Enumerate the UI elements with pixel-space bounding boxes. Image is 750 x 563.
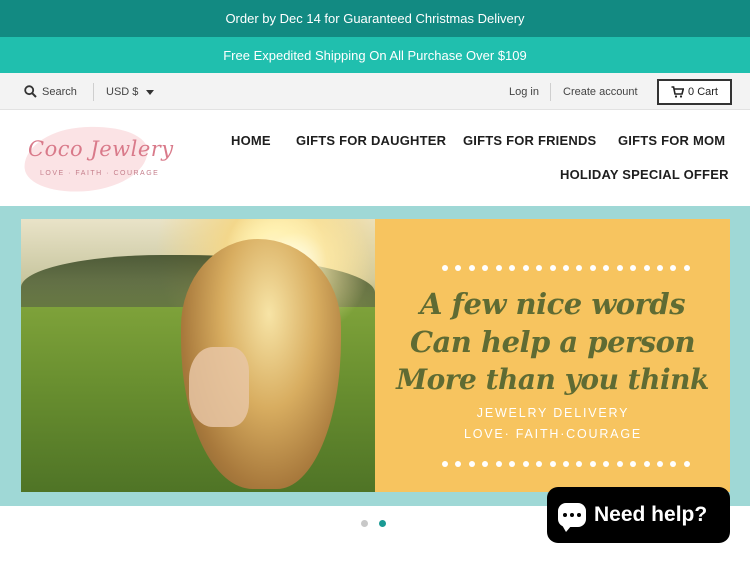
site-logo[interactable]: Coco Jewlery LOVE · FAITH · COURAGE [20, 119, 173, 199]
hero-photo[interactable] [21, 219, 375, 492]
quote-line-2: Can help a person [409, 325, 696, 359]
announcement-text-christmas: Order by Dec 14 for Guaranteed Christmas… [225, 11, 525, 26]
create-account-label: Create account [563, 85, 638, 98]
currency-selector[interactable]: USD $ [106, 73, 155, 110]
chat-bubble-icon [558, 503, 586, 532]
utility-divider [550, 83, 551, 101]
cart-label: 0 Cart [688, 86, 718, 98]
site-header: Coco Jewlery LOVE · FAITH · COURAGE HOME… [0, 111, 750, 206]
quote-line-1: A few nice words [419, 287, 686, 321]
nav-item-gifts-for-friends[interactable]: GIFTS FOR FRIENDS [463, 133, 596, 148]
search-button[interactable]: Search [24, 73, 77, 110]
nav-item-holiday-special-offer[interactable]: HOLIDAY SPECIAL OFFER [560, 167, 729, 182]
currency-value: USD $ [106, 85, 139, 98]
utility-bar: Search USD $ Log in Create account 0 Car… [0, 73, 750, 110]
nav-item-home[interactable]: HOME [231, 133, 271, 148]
search-icon [24, 85, 37, 98]
nav-item-gifts-for-mom[interactable]: GIFTS FOR MOM [618, 133, 725, 148]
hero-love-faith-courage: LOVE· FAITH·COURAGE [464, 427, 642, 441]
search-label: Search [42, 85, 77, 98]
login-label: Log in [509, 85, 539, 98]
announcement-bar-top: Order by Dec 14 for Guaranteed Christmas… [0, 0, 750, 37]
hero-quote-panel[interactable]: A few nice words Can help a person More … [375, 219, 730, 492]
hero-jewelry-delivery: JEWELRY DELIVERY [476, 406, 630, 420]
announcement-bar-shipping: Free Expedited Shipping On All Purchase … [0, 37, 750, 73]
nav-item-gifts-for-daughter[interactable]: GIFTS FOR DAUGHTER [296, 133, 446, 148]
utility-divider [93, 83, 94, 101]
logo-title: Coco Jewlery [28, 137, 174, 161]
chat-help-label: Need help? [594, 503, 708, 526]
chat-help-button[interactable]: Need help? [547, 487, 730, 543]
chevron-down-icon [146, 89, 155, 95]
cart-button[interactable]: 0 Cart [657, 79, 732, 105]
logo-tagline: LOVE · FAITH · COURAGE [40, 170, 160, 177]
dot-divider-bottom [442, 461, 690, 467]
create-account-link[interactable]: Create account [563, 73, 638, 110]
dot-divider-top [442, 265, 690, 271]
cart-icon [671, 86, 685, 98]
quote-line-3: More than you think [396, 363, 709, 396]
slide-dot-2-active[interactable] [379, 520, 386, 527]
login-link[interactable]: Log in [509, 73, 539, 110]
announcement-text-shipping: Free Expedited Shipping On All Purchase … [223, 47, 527, 63]
slide-dot-1[interactable] [361, 520, 368, 527]
photo-woman-shoulder [189, 347, 249, 427]
slider-pagination [361, 520, 386, 527]
